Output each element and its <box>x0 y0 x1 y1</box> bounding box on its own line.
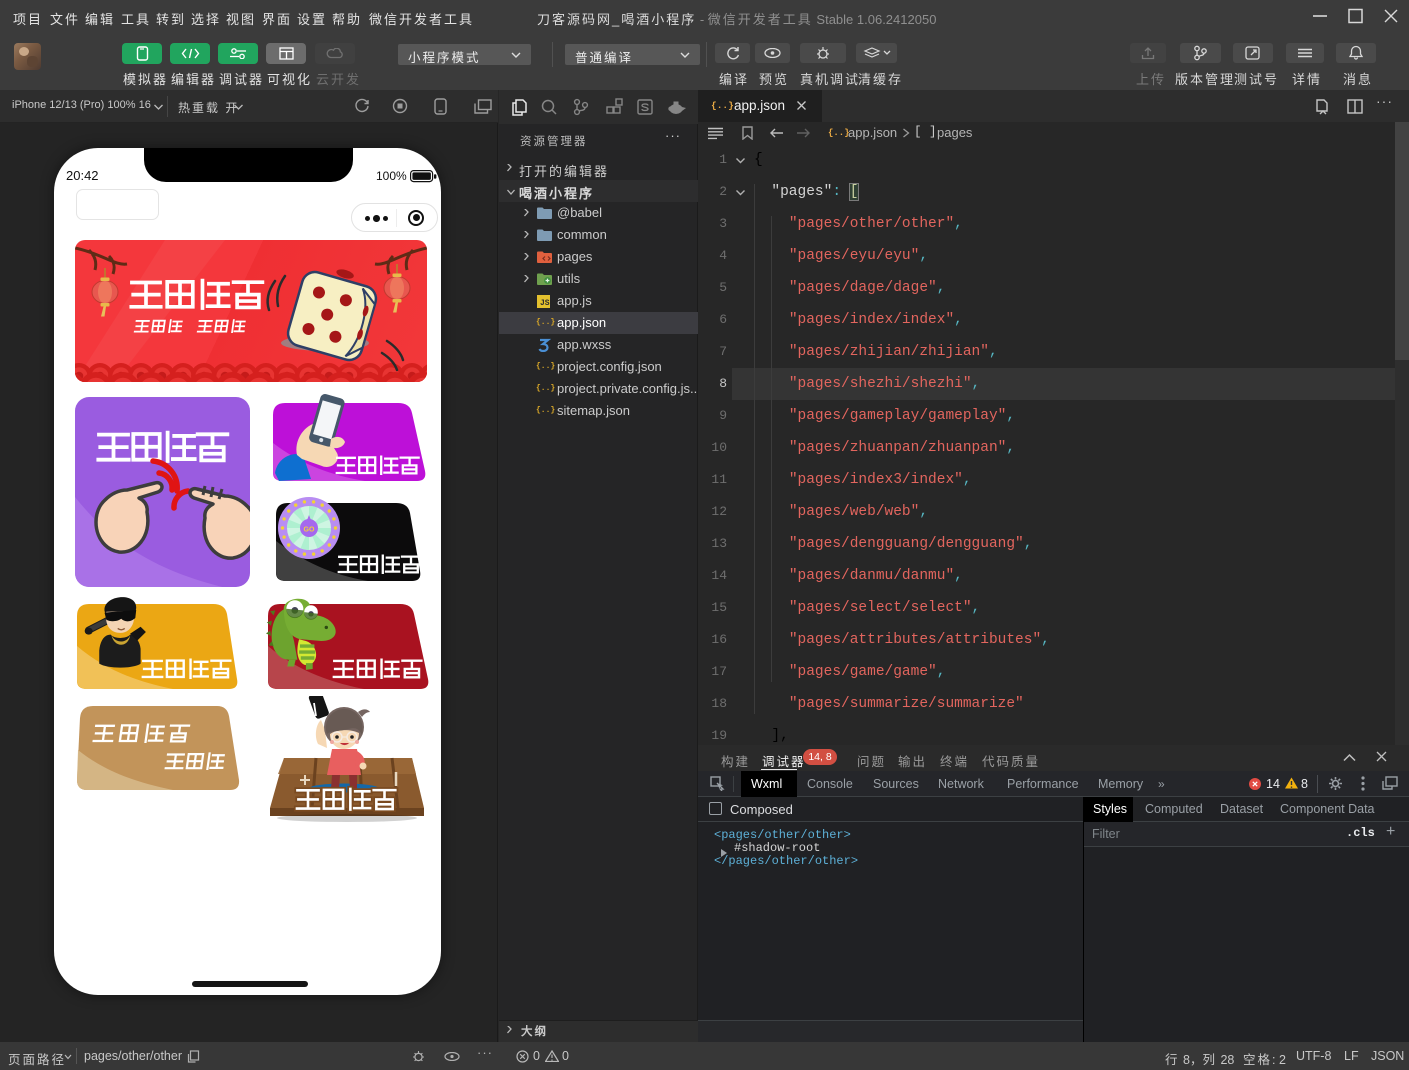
svg-text:GO: GO <box>304 527 315 534</box>
